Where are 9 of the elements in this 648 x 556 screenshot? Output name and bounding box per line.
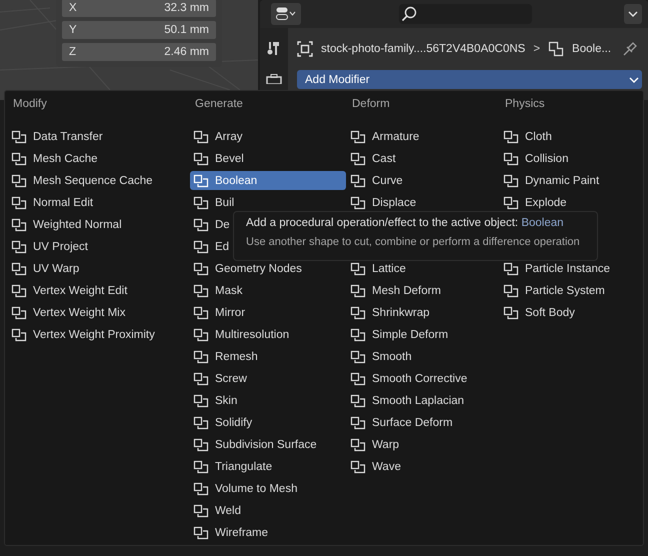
column-heading: Deform (352, 97, 390, 112)
column-heading: Modify (13, 97, 47, 112)
object-name: stock-photo-family....56T2V4B0A0C0NS (321, 43, 526, 55)
tooltip-description: Use another shape to cut, combine or perform a difference operation (246, 235, 581, 250)
column-heading: Physics (505, 97, 545, 112)
column-heading: Generate (195, 97, 243, 112)
modifier-name: Boole... (572, 43, 612, 55)
tooltip-text: Add a procedural operation/effect to the active object: Boolean (246, 216, 565, 231)
breadcrumb-separator: > (533, 43, 540, 55)
